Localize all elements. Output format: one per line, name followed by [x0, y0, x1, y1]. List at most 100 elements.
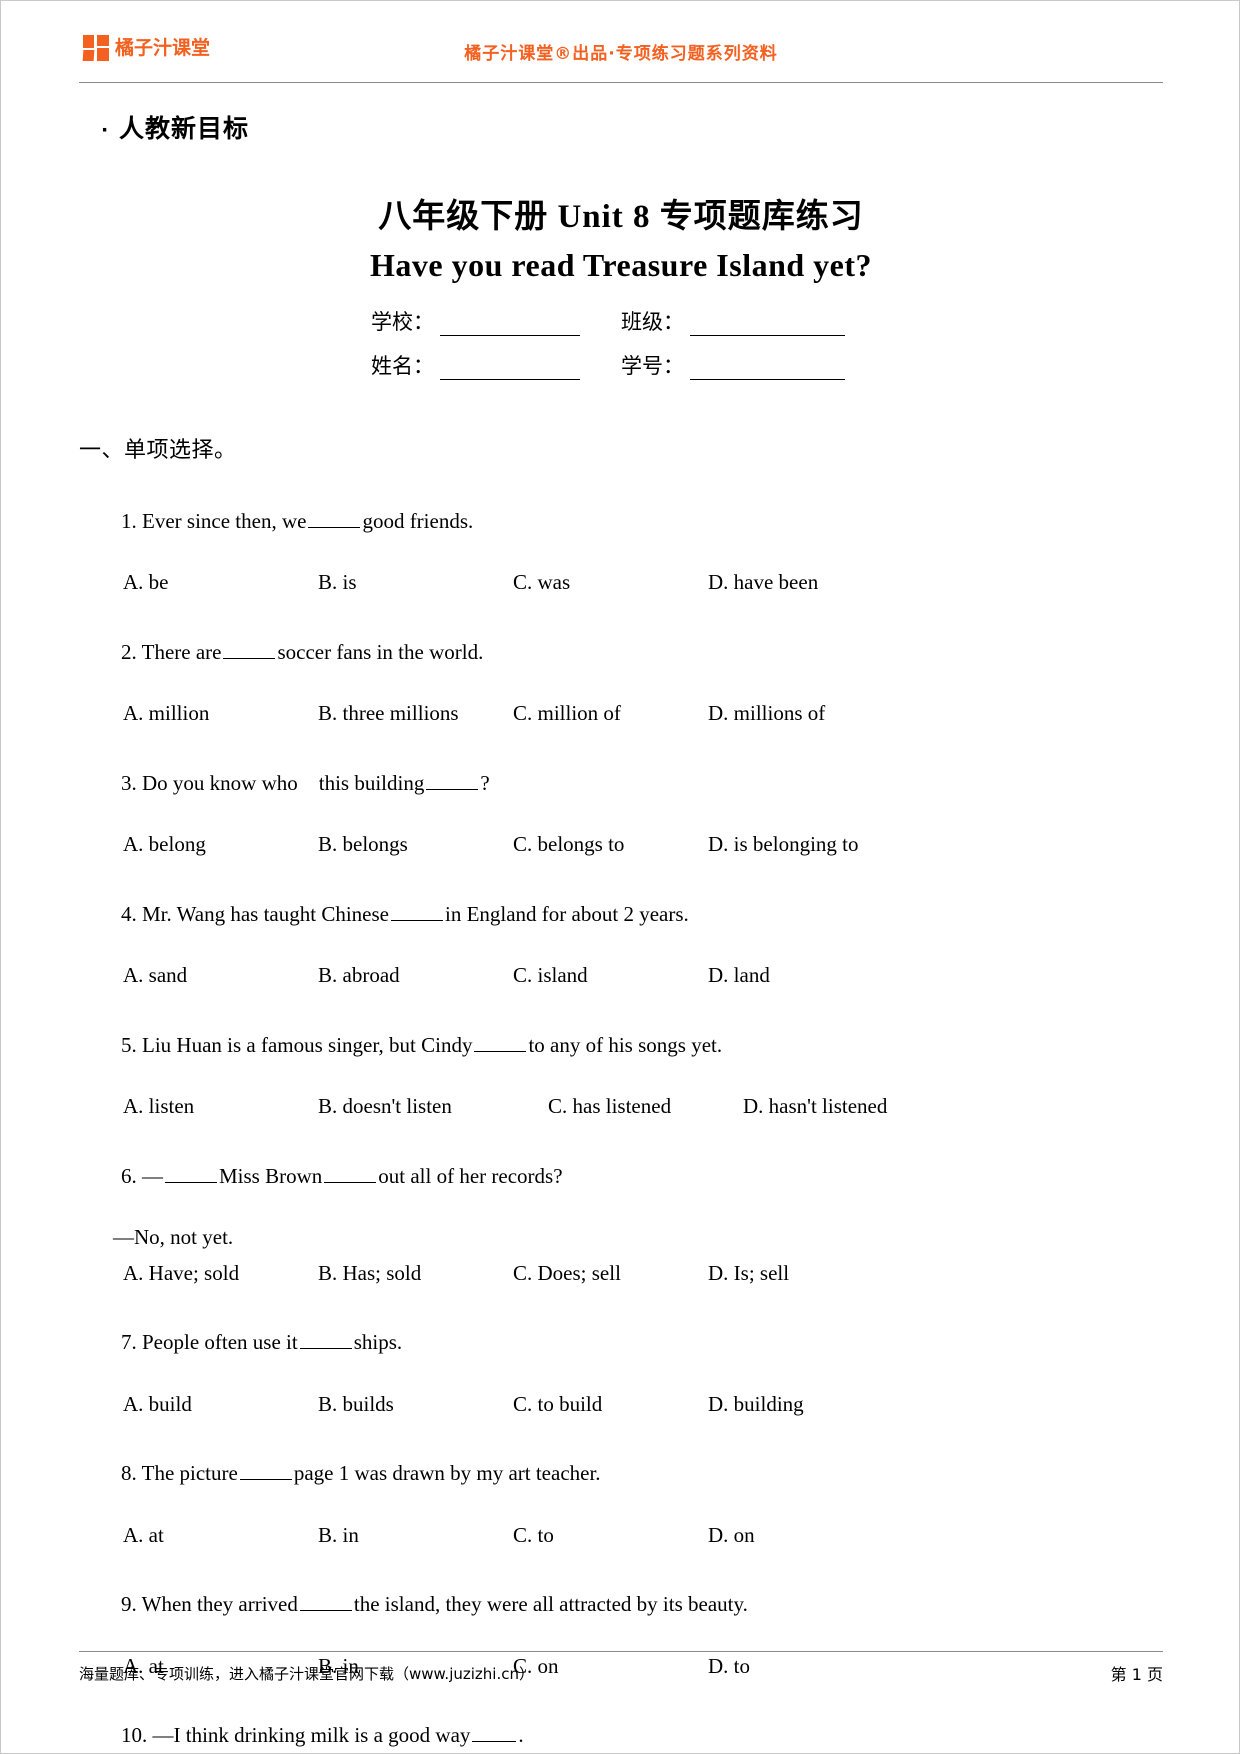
option-d[interactable]: D. building [708, 1391, 804, 1417]
name-label: 姓名： [371, 354, 434, 378]
student-info-row: 姓名： 学号： [371, 350, 871, 380]
question-stem: 2. There are soccer fans in the world. [79, 613, 1163, 692]
answer-blank[interactable] [390, 905, 443, 921]
option-a[interactable]: A. build [123, 1391, 318, 1417]
answer-blank[interactable] [426, 774, 479, 790]
series-label-text: 人教新目标 [118, 114, 249, 143]
answer-blank[interactable] [299, 1333, 352, 1349]
question-stem-mid: Miss Brown [219, 1163, 323, 1188]
series-label: · 人教新目标 [101, 109, 1239, 145]
option-a[interactable]: A. be [123, 569, 318, 595]
question-item: 10. —I think drinking milk is a good way… [79, 1696, 1163, 1753]
question-stem-post: out all of her records? [378, 1163, 563, 1188]
option-b[interactable]: B. is [318, 569, 513, 595]
option-a[interactable]: A. million [123, 700, 318, 726]
answer-blank[interactable] [324, 1167, 377, 1183]
question-stem-post: page 1 was drawn by my art teacher. [293, 1461, 601, 1485]
option-b[interactable]: B. three millions [318, 700, 513, 726]
name-input[interactable] [440, 360, 580, 380]
option-a[interactable]: A. Have; sold [123, 1260, 318, 1286]
option-c[interactable]: C. Does; sell [513, 1260, 708, 1286]
option-b[interactable]: B. abroad [318, 962, 513, 988]
page-header: 橘子汁课堂 橘子汁课堂®出品·专项练习题系列资料 [79, 29, 1163, 83]
answer-blank[interactable] [308, 512, 361, 528]
student-number-input[interactable] [690, 360, 845, 380]
option-d[interactable]: D. is belonging to [708, 831, 859, 857]
question-stem: 6. — Miss Brown out all of her records? [79, 1137, 1163, 1216]
question-stem-post: ? [480, 770, 490, 795]
question-stem-pre: 2. There are [121, 639, 222, 664]
question-options: A. be B. is C. was D. have been [123, 569, 1163, 595]
student-info-block: 学校： 班级： 姓名： 学号： [371, 306, 871, 380]
student-info-row: 学校： 班级： [371, 306, 871, 336]
page-sheet: 橘子汁课堂 橘子汁课堂®出品·专项练习题系列资料 · 人教新目标 八年级下册 U… [1, 1, 1239, 1753]
document-page: 橘子汁课堂 橘子汁课堂®出品·专项练习题系列资料 · 人教新目标 八年级下册 U… [0, 0, 1240, 1754]
exercise-content: 一、单项选择。 1. Ever since then, we good frien… [79, 436, 1163, 1753]
question-stem: 5. Liu Huan is a famous singer, but Cind… [79, 1006, 1163, 1085]
option-a[interactable]: A. at [123, 1522, 318, 1548]
option-a[interactable]: A. listen [123, 1093, 318, 1119]
option-c[interactable]: C. was [513, 569, 708, 595]
question-stem-post: in England for about 2 years. [444, 901, 689, 926]
answer-blank[interactable] [299, 1595, 352, 1611]
option-c[interactable]: C. to build [513, 1391, 708, 1417]
question-options: A. build B. builds C. to build D. buildi… [123, 1391, 1163, 1417]
question-stem-post: soccer fans in the world. [277, 639, 484, 664]
student-number-label: 学号： [621, 354, 684, 378]
school-input[interactable] [440, 316, 580, 336]
option-d[interactable]: D. millions of [708, 700, 825, 726]
option-d[interactable]: D. hasn't listened [743, 1093, 887, 1119]
school-field: 学校： [371, 306, 621, 336]
option-c[interactable]: C. has listened [548, 1093, 743, 1119]
option-c[interactable]: C. island [513, 962, 708, 988]
school-label: 学校： [371, 310, 434, 334]
question-stem-post: to any of his songs yet. [528, 1032, 723, 1057]
answer-blank[interactable] [223, 643, 276, 659]
answer-blank[interactable] [165, 1167, 217, 1183]
option-a[interactable]: A. belong [123, 831, 318, 857]
option-c[interactable]: C. to [513, 1522, 708, 1548]
question-stem-pre: 8. The picture [121, 1461, 238, 1485]
option-d[interactable]: D. on [708, 1522, 755, 1548]
question-options: A. belong B. belongs C. belongs to D. is… [123, 831, 1163, 857]
question-stem: 4. Mr. Wang has taught Chinese in England… [79, 875, 1163, 954]
page-title-cn: 八年级下册 Unit 8 专项题库练习 [378, 199, 864, 235]
option-d[interactable]: D. Is; sell [708, 1260, 789, 1286]
option-b[interactable]: B. Has; sold [318, 1260, 513, 1286]
option-c[interactable]: C. belongs to [513, 831, 708, 857]
question-stem-post: the island, they were all attracted by i… [353, 1592, 748, 1616]
question-stem-pre: 9. When they arrived [121, 1592, 298, 1616]
question-options: A. Have; sold B. Has; sold C. Does; sell… [123, 1260, 1163, 1286]
option-b[interactable]: B. doesn't listen [318, 1093, 548, 1119]
question-stem: 8. The picture page 1 was drawn by my art… [79, 1434, 1163, 1513]
question-stem-post: . [518, 1723, 524, 1747]
class-label: 班级： [621, 310, 684, 334]
option-a[interactable]: A. sand [123, 962, 318, 988]
answer-blank[interactable] [239, 1464, 292, 1480]
question-item: 6. — Miss Brown out all of her records? —N… [79, 1137, 1163, 1286]
class-input[interactable] [690, 316, 845, 336]
section-heading: 一、单项选择。 [79, 437, 237, 462]
question-item: 7. People often use it ships. A. build B.… [79, 1303, 1163, 1417]
answer-blank[interactable] [472, 1726, 517, 1742]
question-options: A. sand B. abroad C. island D. land [123, 962, 1163, 988]
question-stem-pre: 7. People often use it [121, 1330, 298, 1354]
question-options: A. listen B. doesn't listen C. has liste… [123, 1093, 1163, 1119]
question-stem: 9. When they arrived the island, they wer… [79, 1565, 1163, 1644]
option-d[interactable]: D. have been [708, 569, 818, 595]
answer-blank[interactable] [474, 1036, 527, 1052]
option-b[interactable]: B. belongs [318, 831, 513, 857]
question-stem-pre: 6. — [121, 1163, 163, 1188]
option-d[interactable]: D. land [708, 962, 770, 988]
question-options: A. at B. in C. to D. on [123, 1522, 1163, 1548]
question-stem-pre: 3. Do you know who this building [121, 770, 425, 795]
footer-note: 海量题库、专项训练，进入橘子汁课堂官网下载（www.juzizhi.cn） [79, 1664, 534, 1683]
option-b[interactable]: B. in [318, 1522, 513, 1548]
option-c[interactable]: C. million of [513, 700, 708, 726]
option-b[interactable]: B. builds [318, 1391, 513, 1417]
question-stem: 10. —I think drinking milk is a good way… [79, 1696, 1163, 1753]
question-stem: 3. Do you know who this building? [79, 744, 1163, 823]
question-item: 2. There are soccer fans in the world. A.… [79, 613, 1163, 727]
class-field: 班级： [621, 306, 845, 336]
header-tagline: 橘子汁课堂®出品·专项练习题系列资料 [464, 44, 778, 64]
